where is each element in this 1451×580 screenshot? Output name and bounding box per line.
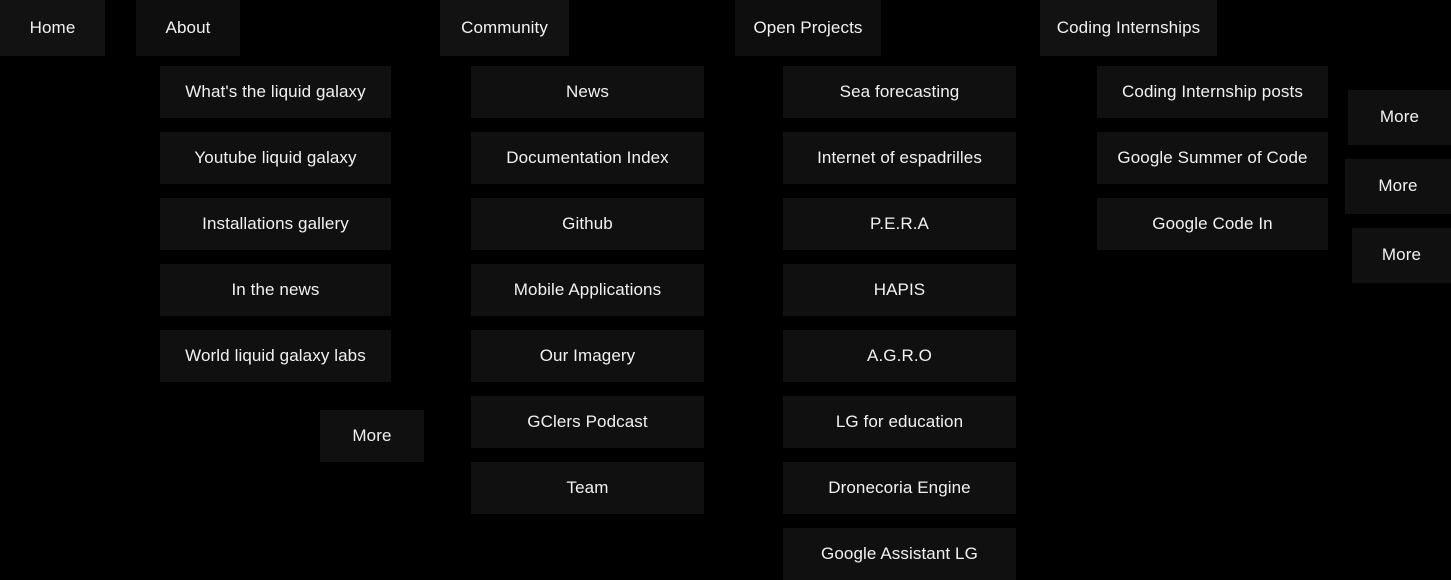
- menu-item[interactable]: Github: [463, 198, 704, 258]
- menu-item[interactable]: Team: [471, 462, 704, 514]
- nav-tab-coding-internships[interactable]: Coding Internships: [1040, 0, 1217, 56]
- menu-item[interactable]: World liquid galaxy labs: [160, 330, 391, 382]
- menu-item[interactable]: Internet of espadrilles: [783, 124, 1024, 184]
- menu-item[interactable]: HAPIS: [783, 256, 1024, 316]
- menu-item[interactable]: Documentation Index: [471, 124, 712, 184]
- menu-item[interactable]: Dronecoria Engine: [783, 462, 1016, 514]
- nav-tab-home[interactable]: Home: [0, 0, 105, 56]
- menu-item[interactable]: P.E.R.A: [775, 198, 1016, 258]
- menu-item[interactable]: Youtube liquid galaxy: [160, 124, 399, 184]
- nav-tab-community[interactable]: Community: [440, 0, 569, 56]
- menu-item[interactable]: Mobile Applications: [471, 256, 712, 316]
- menu-item[interactable]: What's the liquid galaxy: [160, 66, 391, 118]
- menu-item[interactable]: Our Imagery: [471, 330, 704, 382]
- menu-item[interactable]: Google Summer of Code: [1097, 124, 1336, 184]
- nav-tab-open-projects[interactable]: Open Projects: [735, 0, 881, 56]
- nav-mega-menu: Home About Community Open Projects Coding In…: [0, 0, 1451, 580]
- menu-item[interactable]: Google Assistant LG: [783, 520, 1024, 580]
- menu-item[interactable]: Coding Internship posts: [1097, 66, 1328, 118]
- menu-item[interactable]: News: [471, 66, 704, 118]
- menu-item[interactable]: GClers Podcast: [471, 388, 712, 448]
- more-button[interactable]: More: [1337, 159, 1451, 222]
- menu-item[interactable]: Google Code In: [1089, 198, 1328, 258]
- nav-tab-about[interactable]: About: [136, 0, 240, 56]
- more-button[interactable]: More: [1340, 90, 1451, 153]
- more-button[interactable]: More: [320, 410, 424, 462]
- menu-item[interactable]: Installations gallery: [152, 198, 391, 258]
- menu-item[interactable]: Sea forecasting: [783, 66, 1016, 118]
- menu-item[interactable]: A.G.R.O: [783, 330, 1016, 382]
- menu-item[interactable]: In the news: [160, 256, 399, 316]
- menu-item[interactable]: LG for education: [783, 388, 1024, 448]
- more-button[interactable]: More: [1344, 228, 1451, 291]
